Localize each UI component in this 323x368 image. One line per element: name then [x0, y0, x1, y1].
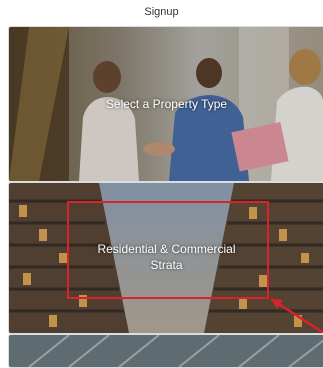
property-type-card-3[interactable]	[8, 334, 323, 368]
strata-label-line1: Residential & Commercial	[97, 242, 236, 256]
strata-label-line2: Strata	[150, 258, 183, 272]
property-type-card[interactable]: Select a Property Type	[8, 26, 323, 182]
residential-commercial-strata-card[interactable]: Residential & Commercial Strata	[8, 182, 323, 334]
page-title: Signup	[144, 6, 179, 18]
property-type-label: Select a Property Type	[105, 97, 228, 111]
strata-label: Residential & Commercial Strata	[9, 241, 323, 273]
glass-building-photo	[9, 335, 323, 367]
